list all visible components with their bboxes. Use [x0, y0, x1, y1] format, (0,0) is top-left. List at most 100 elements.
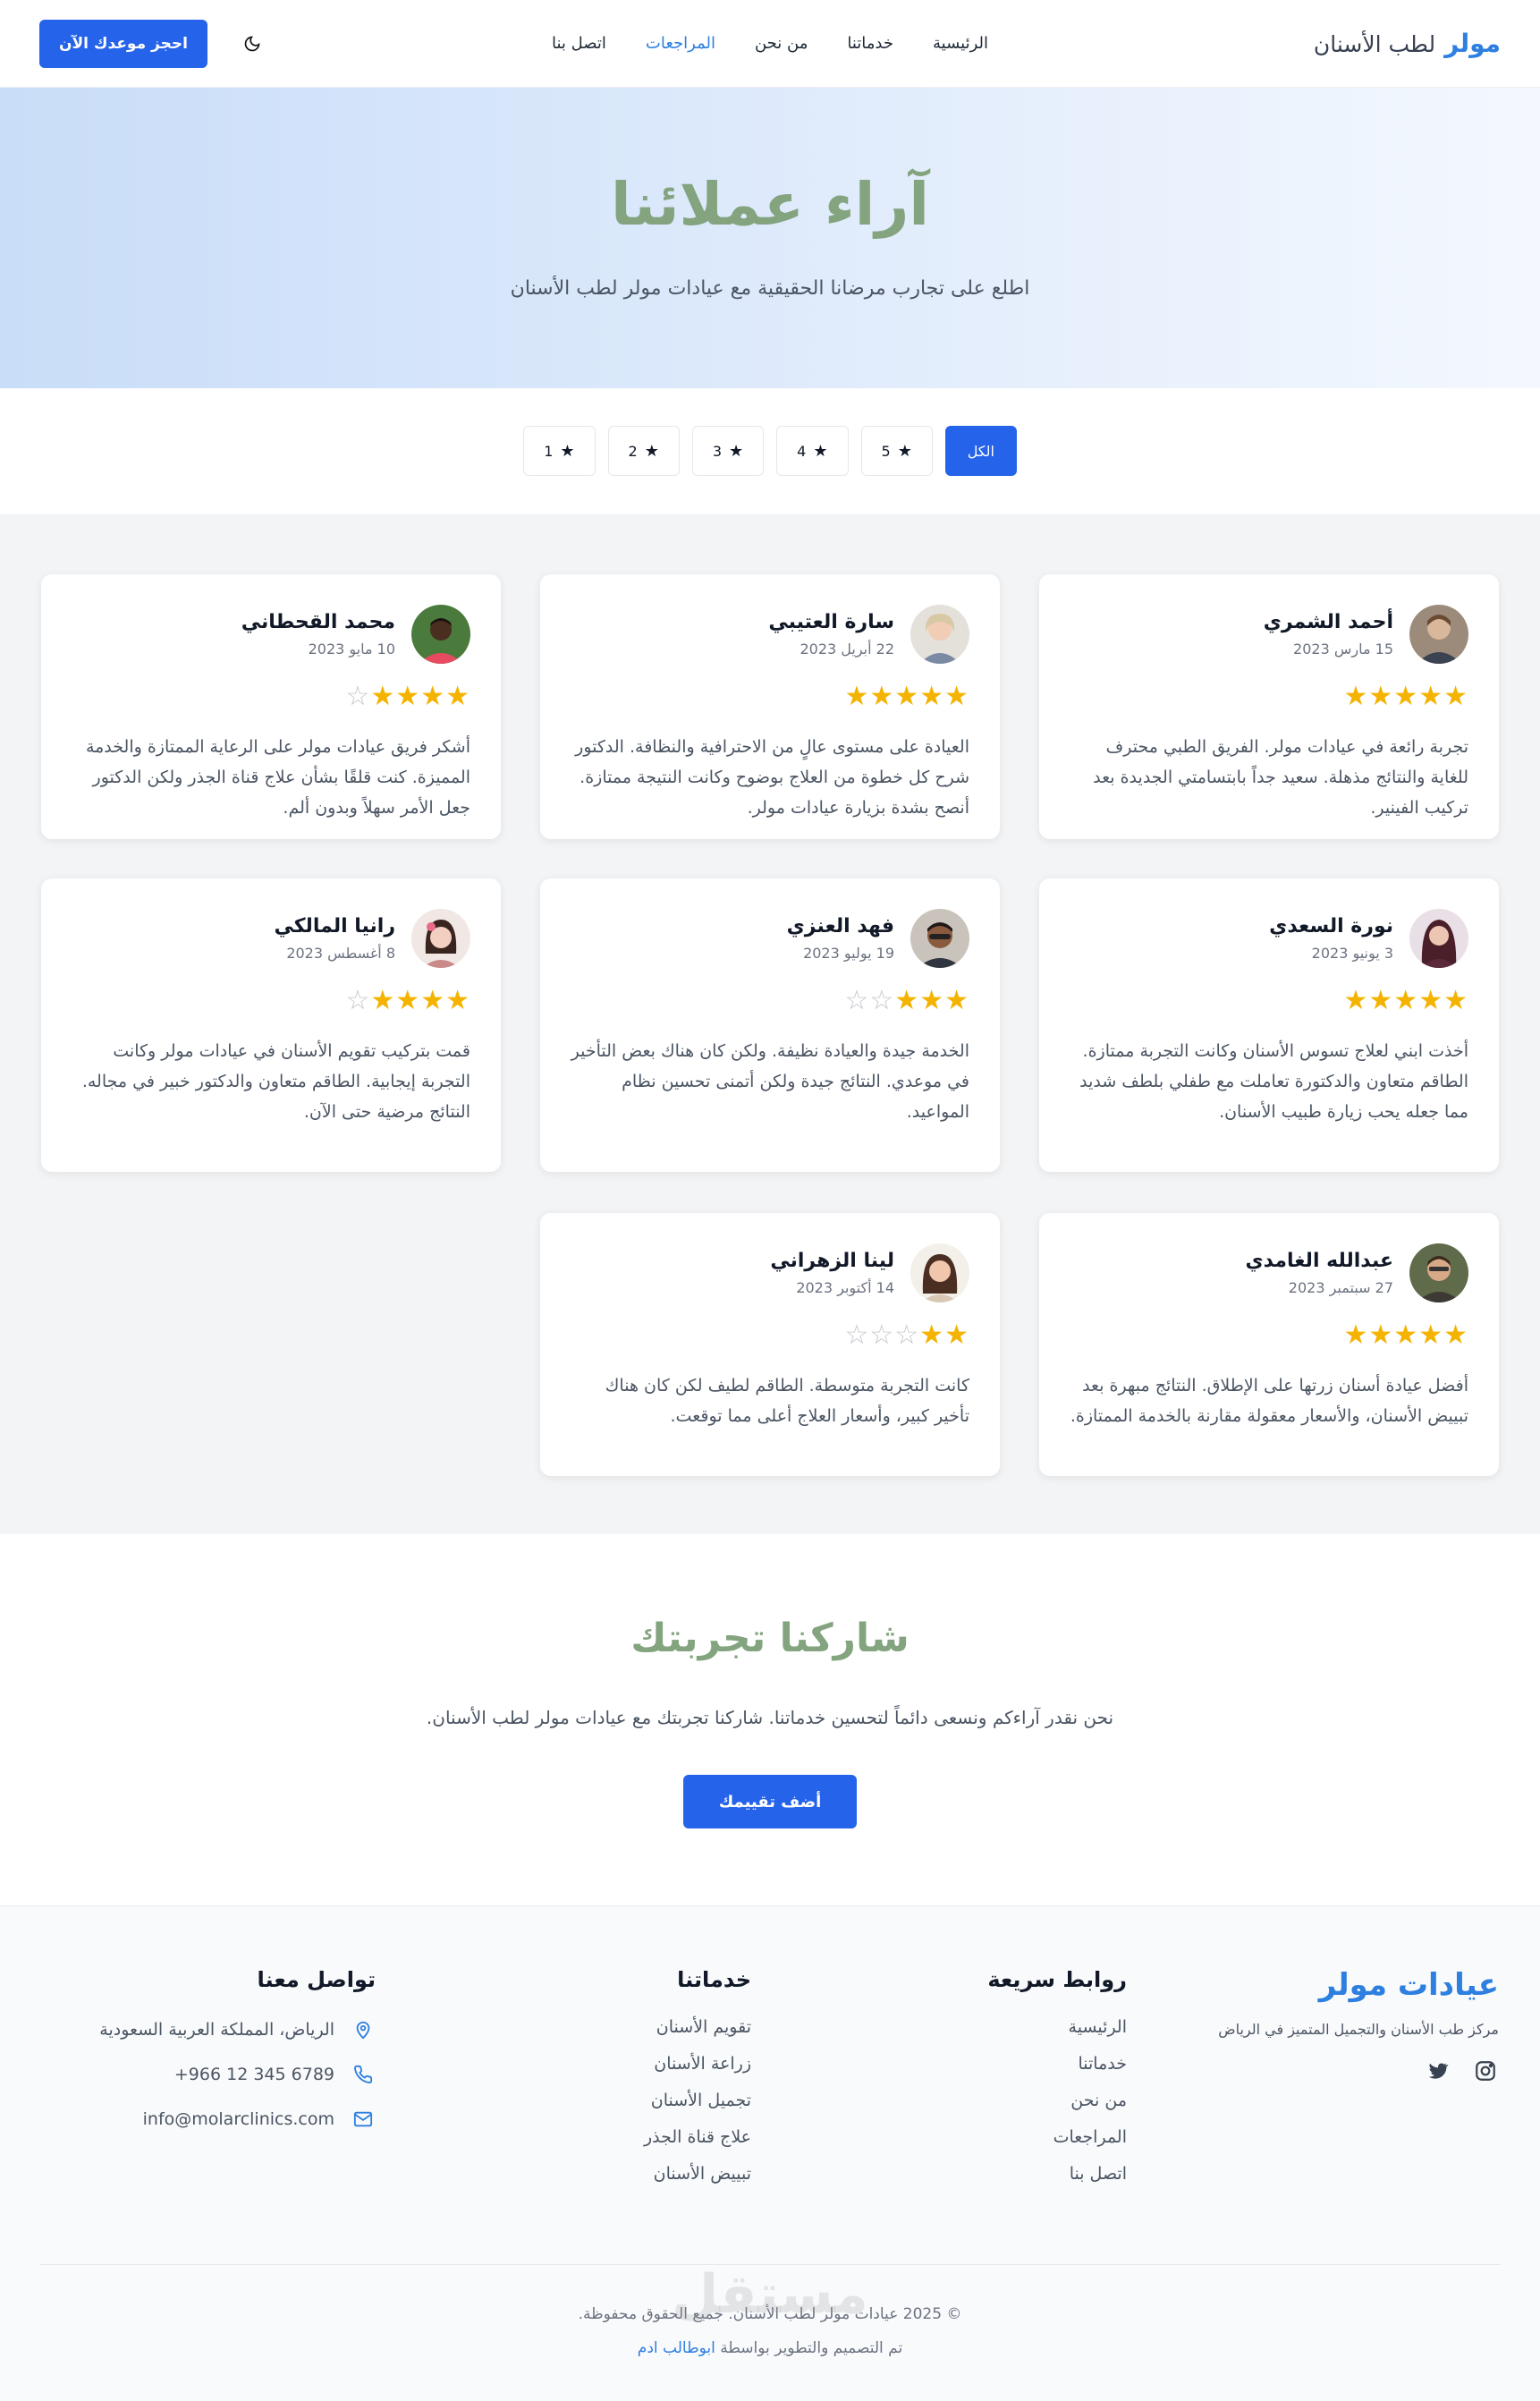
rating-filters: الكل ★ 5 ★ 4 ★ 3 ★ 2 ★ 1 — [0, 426, 1540, 476]
avatar — [910, 1243, 969, 1302]
rating-stars: ★★★★★ — [1070, 683, 1468, 710]
review-text: العيادة على مستوى عالٍ من الاحترافية وال… — [575, 737, 969, 818]
filter-1-button[interactable]: ★ 1 — [523, 426, 596, 476]
star-filled-icon: ★ — [1443, 681, 1468, 712]
book-appointment-button[interactable]: احجز موعدك الآن — [39, 19, 207, 68]
review-text: قمت بتركيب تقويم الأسنان في عيادات مولر … — [81, 1041, 470, 1122]
contact-address: الرياض، المملكة العربية السعودية — [36, 2017, 376, 2042]
contact-email[interactable]: info@molarclinics.com — [36, 2107, 376, 2132]
nav-link-reviews[interactable]: المراجعات — [646, 34, 715, 53]
add-review-button[interactable]: أضف تقييمك — [683, 1775, 857, 1828]
footer-contact: تواصل معنا الرياض، المملكة العربية السعو… — [36, 1967, 376, 2151]
review-card: لينا الزهراني 14 أكتوبر 2023 ★★☆☆☆ كانت … — [540, 1213, 1000, 1476]
avatar — [1409, 1243, 1468, 1302]
star-filled-icon: ★ — [919, 1319, 945, 1351]
phone-text: +966 12 345 6789 — [173, 2065, 334, 2084]
star-empty-icon: ☆ — [345, 985, 371, 1016]
footer-service-root-canal[interactable]: علاج قناة الجذر — [483, 2127, 751, 2147]
star-empty-icon: ☆ — [345, 681, 371, 712]
page-title: آراء عملائنا — [611, 170, 929, 239]
star-filled-icon: ★ — [869, 681, 895, 712]
star-filled-icon: ★ — [919, 681, 945, 712]
footer-service-whitening[interactable]: تبييض الأسنان — [483, 2164, 751, 2184]
filter-label: 3 — [712, 442, 723, 460]
review-date: 27 سبتمبر 2023 — [1288, 1279, 1393, 1296]
brand-sub: لطب الأسنان — [1313, 31, 1436, 57]
filter-label: 2 — [628, 442, 638, 460]
credit-line: تم التصميم والتطوير بواسطة ابوطالب ادم — [0, 2339, 1540, 2357]
star-empty-icon: ☆ — [844, 1319, 870, 1351]
avatar — [910, 909, 969, 968]
review-head: فهد العنزي 19 يوليو 2023 — [571, 909, 969, 968]
star-filled-icon: ★ — [445, 681, 470, 712]
brand-logo[interactable]: مولر لطب الأسنان — [1314, 29, 1501, 58]
footer-link-home[interactable]: الرئيسية — [859, 2017, 1127, 2037]
star-empty-icon: ☆ — [869, 1319, 895, 1351]
star-filled-icon: ★ — [1343, 985, 1369, 1016]
footer-link-about[interactable]: من نحن — [859, 2091, 1127, 2110]
footer-link-reviews[interactable]: المراجعات — [859, 2127, 1127, 2147]
reviewer-name: نورة السعدي — [1269, 915, 1393, 937]
filter-label: الكل — [967, 442, 994, 460]
review-head: سارة العتيبي 22 أبريل 2023 — [571, 605, 969, 664]
filter-3-button[interactable]: ★ 3 — [691, 426, 765, 476]
star-filled-icon: ★ — [370, 985, 396, 1016]
footer-brand: عيادات مولر مركز طب الأسنان والتجميل الم… — [1168, 1967, 1499, 2084]
star-filled-icon: ★ — [395, 681, 421, 712]
nav-link-about[interactable]: من نحن — [755, 34, 808, 53]
star-filled-icon: ★ — [944, 681, 969, 712]
footer-link-contact[interactable]: اتصل بنا — [859, 2164, 1127, 2184]
reviewer-name: سارة العتيبي — [768, 611, 894, 633]
footer-service-implants[interactable]: زراعة الأسنان — [483, 2054, 751, 2074]
reviewer-name: أحمد الشمري — [1263, 611, 1393, 633]
star-filled-icon: ★ — [1343, 681, 1369, 712]
filter-4-button[interactable]: ★ 4 — [776, 426, 849, 476]
address-text: الرياض، المملكة العربية السعودية — [99, 2020, 334, 2040]
filter-label: 5 — [881, 442, 891, 460]
reviews-page: مولر لطب الأسنان الرئيسية خدماتنا من نحن… — [0, 0, 1540, 2401]
phone-icon — [351, 2062, 376, 2087]
review-card: رانيا المالكي 8 أغسطس 2023 ★★★★☆ قمت بتر… — [41, 878, 501, 1172]
star-filled-icon: ★ — [445, 985, 470, 1016]
review-head: نورة السعدي 3 يونيو 2023 — [1070, 909, 1468, 968]
star-filled-icon: ★ — [1368, 681, 1394, 712]
filter-2-button[interactable]: ★ 2 — [607, 426, 680, 476]
footer-service-orthodontics[interactable]: تقويم الأسنان — [483, 2017, 751, 2037]
reviewer-name: لينا الزهراني — [770, 1250, 894, 1272]
star-filled-icon: ★ — [370, 681, 396, 712]
footer-services: خدماتنا تقويم الأسنان زراعة الأسنان تجمي… — [483, 1967, 751, 2201]
rating-stars: ★★★☆☆ — [571, 988, 969, 1014]
avatar — [1409, 909, 1468, 968]
star-filled-icon: ★ — [1368, 985, 1394, 1016]
review-text: تجربة رائعة في عيادات مولر. الفريق الطبي… — [1093, 737, 1468, 818]
star-icon: ★ — [729, 441, 744, 461]
star-filled-icon: ★ — [1418, 985, 1444, 1016]
nav-link-home[interactable]: الرئيسية — [933, 34, 988, 53]
location-pin-icon — [351, 2017, 376, 2042]
instagram-icon[interactable] — [1472, 2057, 1499, 2084]
review-date: 14 أكتوبر 2023 — [796, 1279, 894, 1296]
footer-link-services[interactable]: خدماتنا — [859, 2054, 1128, 2074]
footer-heading: تواصل معنا — [257, 1967, 376, 1992]
nav-link-contact[interactable]: اتصل بنا — [552, 34, 606, 53]
star-empty-icon: ☆ — [869, 985, 895, 1016]
filter-label: 1 — [544, 442, 554, 460]
review-head: أحمد الشمري 15 مارس 2023 — [1070, 605, 1468, 664]
star-filled-icon: ★ — [1443, 1319, 1468, 1351]
filter-all-button[interactable]: الكل — [944, 426, 1017, 476]
footer-service-cosmetic[interactable]: تجميل الأسنان — [483, 2091, 751, 2110]
avatar — [411, 605, 470, 664]
contact-phone[interactable]: +966 12 345 6789 — [36, 2062, 376, 2087]
star-filled-icon: ★ — [1418, 1319, 1444, 1351]
nav-links: الرئيسية خدماتنا من نحن المراجعات اتصل ب… — [552, 34, 988, 53]
moon-icon[interactable] — [240, 31, 265, 56]
twitter-icon[interactable] — [1424, 2057, 1451, 2084]
credit-name-link[interactable]: ابوطالب ادم — [638, 2339, 715, 2357]
nav-link-services[interactable]: خدماتنا — [847, 34, 893, 53]
review-date: 8 أغسطس 2023 — [286, 945, 395, 962]
reviewer-name: فهد العنزي — [786, 915, 894, 937]
filter-5-button[interactable]: ★ 5 — [860, 426, 933, 476]
hero-section: آراء عملائنا اطلع على تجارب مرضانا الحقي… — [0, 88, 1540, 388]
review-card: محمد القحطاني 10 مايو 2023 ★★★★☆ أشكر فر… — [41, 574, 501, 839]
star-filled-icon: ★ — [420, 681, 446, 712]
